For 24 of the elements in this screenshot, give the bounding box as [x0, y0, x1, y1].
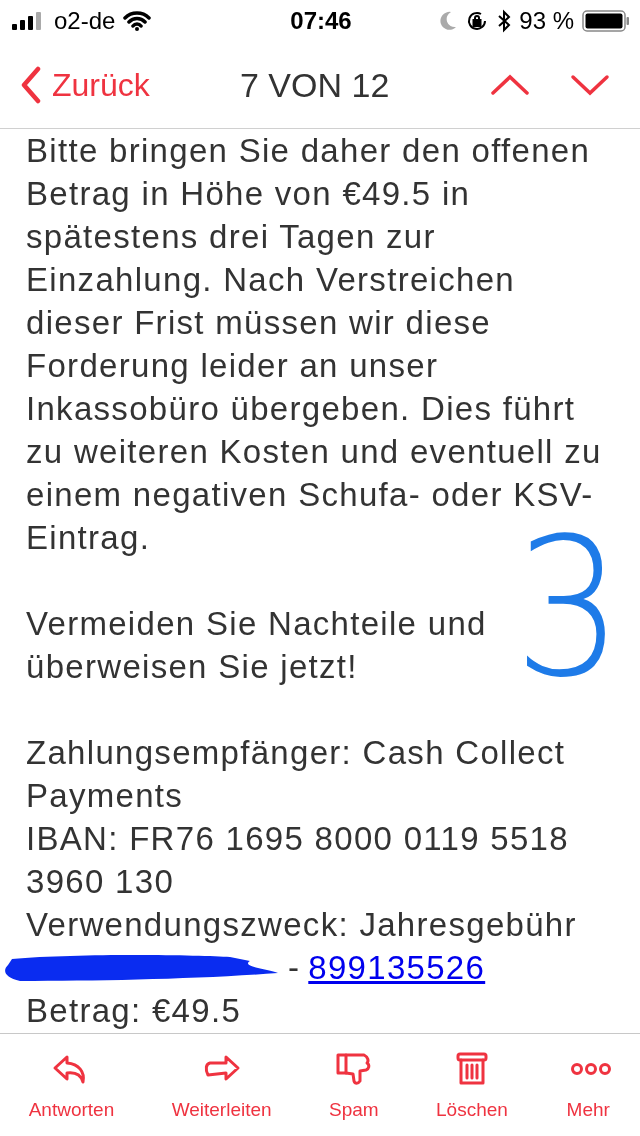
wifi-icon	[123, 11, 152, 31]
battery-percent: 93 %	[519, 7, 574, 35]
clock-time: 07:46	[290, 7, 352, 35]
amount-line: Betrag: €49.5	[26, 991, 243, 1031]
moon-icon	[439, 11, 458, 31]
payment-detail: IBAN: FR76 1695 8000 0119 5518 3960 130	[26, 819, 570, 902]
reference-separator: -	[288, 948, 301, 988]
back-link[interactable]: Zurück	[20, 66, 220, 104]
reference-link[interactable]: 899135526	[308, 946, 486, 989]
carrier-name: o2-de	[54, 7, 116, 35]
down-chevron-icon[interactable]	[570, 73, 610, 97]
payment-detail: Zahlungsempfänger: Cash Collect Payments	[26, 733, 567, 816]
battery-icon	[582, 10, 630, 32]
body-paragraph: Vermeiden Sie Nachteile und überweisen Sie jetzt!	[26, 604, 488, 687]
toolbar-button[interactable]: Weiterleiten	[171, 1049, 272, 1121]
chevron-left-icon	[20, 66, 42, 104]
toolbar-button[interactable]: Spam	[329, 1049, 379, 1121]
payment-detail: Verwendungszweck: Jahresgebühr	[26, 905, 578, 945]
bluetooth-icon	[497, 9, 512, 33]
toolbar-button[interactable]: Antworten	[28, 1049, 115, 1121]
up-chevron-icon[interactable]	[490, 73, 530, 97]
toolbar-button[interactable]: Mehr	[565, 1049, 612, 1121]
message-counter: 7 VON 12	[239, 65, 391, 105]
toolbar-button[interactable]: Löschen	[436, 1049, 508, 1121]
